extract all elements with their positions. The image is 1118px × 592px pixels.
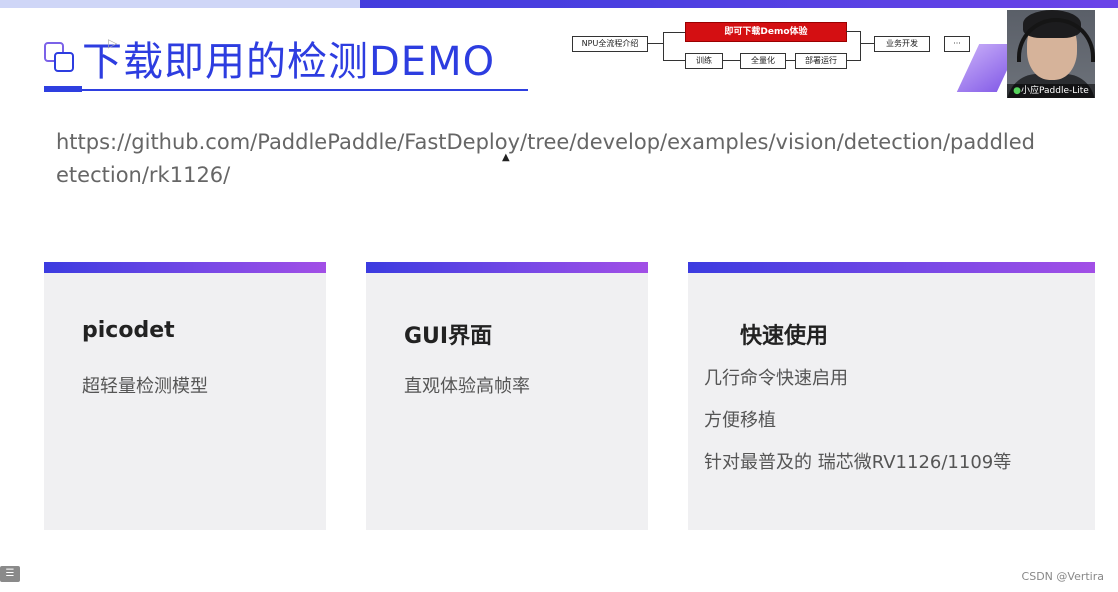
card-description: 方便移植	[704, 410, 776, 431]
flow-connector	[663, 60, 685, 61]
card-description: 超轻量检测模型	[82, 376, 208, 397]
card-title: GUI界面	[404, 324, 493, 349]
card-gradient-bar	[366, 262, 648, 273]
mouse-cursor-icon: ▲	[502, 152, 510, 163]
webcam-name: 小应Paddle-Lite	[1021, 86, 1089, 96]
watermark: CSDN @Vertira	[1021, 570, 1104, 583]
flow-step-intro: NPU全流程介绍	[572, 36, 648, 52]
feature-card-gui: GUI界面 直观体验高帧率	[366, 262, 648, 530]
card-description: 针对最普及的 瑞芯微RV1126/1109等	[704, 452, 1012, 473]
flow-connector	[663, 32, 664, 60]
flow-connector	[647, 43, 663, 44]
slide-title: 下载即用的检测DEMO	[82, 39, 496, 85]
title-underline-accent	[44, 86, 82, 92]
flow-step-train: 训练	[685, 53, 723, 69]
flow-connector	[722, 60, 740, 61]
flow-connector	[860, 43, 874, 44]
card-description: 直观体验高帧率	[404, 376, 530, 397]
title-underline	[44, 89, 528, 91]
card-gradient-bar	[688, 262, 1095, 273]
feature-card-quickstart: 快速使用 几行命令快速启用 方便移植 针对最普及的 瑞芯微RV1126/1109…	[688, 262, 1095, 530]
card-title: picodet	[82, 318, 175, 343]
feature-card-picodet: picodet 超轻量检测模型	[44, 262, 326, 530]
card-title: 快速使用	[740, 324, 829, 349]
process-flow-diagram: NPU全流程介绍 即可下载Demo体验 训练 全量化 部署运行 业务开发 ···	[572, 18, 992, 78]
microphone-icon: ●	[1013, 86, 1021, 96]
webcam-overlay: ●小应Paddle-Lite	[1007, 10, 1095, 98]
top-accent-bar-light	[0, 0, 360, 8]
card-description: 几行命令快速启用	[704, 368, 848, 389]
card-gradient-bar	[44, 262, 326, 273]
webcam-name-label: ●小应Paddle-Lite	[1007, 84, 1095, 98]
flow-step-quantize: 全量化	[740, 53, 786, 69]
list-icon[interactable]: ☰	[0, 566, 20, 582]
flow-connector	[663, 32, 685, 33]
flow-step-business: 业务开发	[874, 36, 930, 52]
flow-connector	[846, 60, 860, 61]
cursor-ghost-icon: ▷	[108, 36, 118, 50]
flow-step-more: ···	[944, 36, 970, 52]
flow-step-demo: 即可下载Demo体验	[685, 22, 847, 42]
flow-step-deploy: 部署运行	[795, 53, 847, 69]
repo-url[interactable]: https://github.com/PaddlePaddle/FastDepl…	[56, 126, 1046, 192]
flow-connector	[846, 31, 860, 32]
overlapping-squares-icon	[44, 42, 74, 72]
flow-connector	[785, 60, 795, 61]
flow-connector	[860, 31, 861, 61]
